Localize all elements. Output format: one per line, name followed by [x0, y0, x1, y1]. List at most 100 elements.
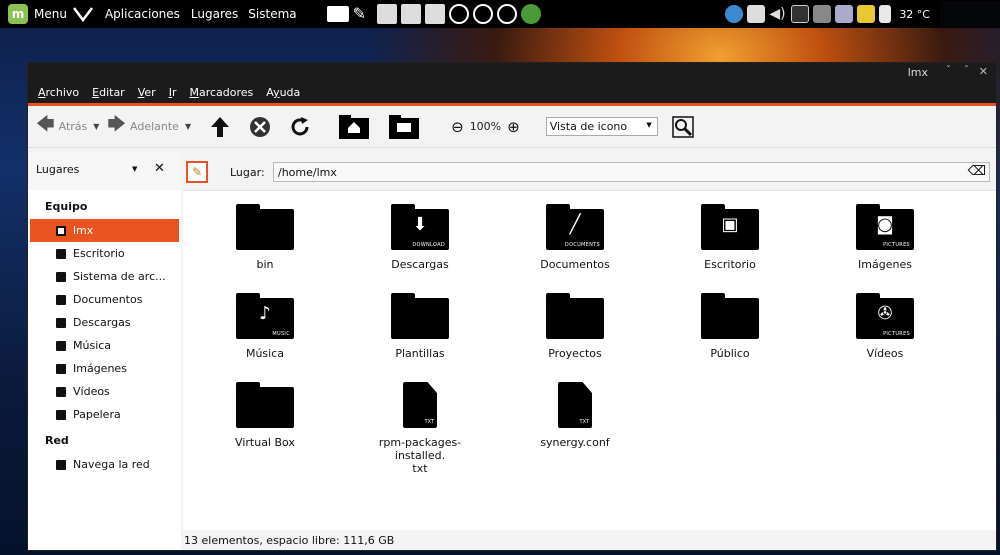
folder-item[interactable]: ╱ DOCUMENTS Documentos [510, 204, 640, 271]
folder-item[interactable]: ♪ MUSIC Música [200, 293, 330, 360]
menu-ayuda[interactable]: Ayuda [266, 86, 300, 99]
place-icon [56, 409, 66, 420]
shield-icon[interactable] [747, 5, 766, 23]
place-icon [56, 294, 66, 305]
document-launcher-icon[interactable] [400, 4, 421, 24]
folder-item[interactable]: ⬇ DOWNLOAD Descargas [355, 204, 485, 271]
search-button[interactable] [671, 115, 694, 138]
folder-item[interactable]: ◙ PICTURES Imágenes [820, 204, 950, 271]
reload-button[interactable] [289, 116, 311, 138]
sidebar-item[interactable]: Papelera [28, 403, 181, 426]
forward-button[interactable]: 🡆 Adelante ▼ [107, 112, 191, 142]
menu-marcadores[interactable]: Marcadores [189, 86, 253, 99]
file-grid: bin ⬇ DOWNLOAD Descargas ╱ DOCUMENTS Documento… [183, 190, 996, 530]
sidebar-item[interactable]: Documentos [28, 288, 181, 311]
menu-ver[interactable]: Ver [138, 86, 156, 99]
menu-editar[interactable]: Editar [92, 86, 125, 99]
sidebar-section-title: Red [45, 434, 69, 447]
sidebar-item[interactable]: Imágenes [28, 357, 181, 380]
file-manager-window: lmx ˇ ˆ ✕ Archivo Editar Ver Ir Marcadores Ay… [27, 62, 997, 551]
sidebar-item[interactable]: Música [28, 334, 181, 357]
volume-icon[interactable]: ◀) [769, 5, 787, 23]
view-mode-value: Vista de icono [549, 120, 628, 133]
folder-item[interactable]: ▣ Escritorio [665, 204, 795, 271]
sidebar-item[interactable]: Navega la red [28, 453, 181, 476]
desktop-launcher-icon[interactable] [326, 6, 349, 22]
folder-item[interactable]: Público [665, 293, 795, 360]
folder-item[interactable]: bin [200, 204, 330, 271]
ftp-launcher-icon[interactable] [448, 4, 469, 24]
menu-button[interactable]: Menu [34, 7, 67, 21]
computer-folder-icon [389, 114, 420, 139]
zoom-in-icon[interactable]: ⊕ [507, 118, 520, 136]
file-label: Proyectos [548, 347, 602, 360]
file-label: Virtual Box [235, 436, 295, 449]
file-label: Escritorio [704, 258, 756, 271]
update-icon[interactable] [725, 5, 744, 23]
places-menu[interactable]: Lugares [191, 7, 238, 21]
sidebar-item[interactable]: lmx [30, 219, 179, 242]
view-mode-select[interactable]: Vista de icono ▼ [545, 117, 658, 136]
folder-icon [391, 293, 449, 339]
zoom-out-icon[interactable]: ⊖ [451, 118, 464, 136]
place-icon [56, 317, 66, 328]
system-menu[interactable]: Sistema [248, 7, 296, 21]
close-sidebar-icon[interactable]: ✕ [154, 161, 165, 176]
sidebar-item[interactable]: Descargas [28, 311, 181, 334]
text-editor-launcher-icon[interactable] [424, 4, 445, 24]
file-label: synergy.conf [540, 436, 610, 449]
folder-item[interactable]: Virtual Box [200, 382, 330, 449]
folder-item[interactable]: Proyectos [510, 293, 640, 360]
sidebar-header[interactable]: Lugares ▼ ✕ [28, 152, 181, 186]
place-icon [56, 225, 66, 236]
folder-item[interactable]: ✇ PICTURES Vídeos [820, 293, 950, 360]
peace-launcher-icon[interactable] [472, 4, 493, 24]
menu-ir[interactable]: Ir [169, 86, 177, 99]
display-icon[interactable] [813, 5, 832, 23]
place-icon [56, 459, 66, 470]
network-icon[interactable] [791, 5, 810, 23]
folder-icon [236, 204, 294, 250]
globe-launcher-icon[interactable] [520, 4, 541, 24]
software-launcher-icon[interactable] [496, 4, 517, 24]
sidebar-header-label: Lugares [36, 162, 80, 176]
close-icon[interactable]: ✕ [979, 65, 988, 78]
file-item[interactable]: TXT rpm-packages-installed. txt [355, 382, 485, 475]
sidebar-item[interactable]: Vídeos [28, 380, 181, 403]
mint-logo-icon[interactable]: m [8, 4, 28, 24]
folder-icon: ◙ PICTURES [856, 204, 914, 250]
file-label: Público [710, 347, 750, 360]
sidebar-item[interactable]: Escritorio [28, 242, 181, 265]
sidebar-item[interactable]: Sistema de arc... [28, 265, 181, 288]
home-button[interactable] [339, 114, 370, 139]
up-button[interactable] [209, 116, 231, 138]
file-label: Música [245, 347, 285, 360]
location-input[interactable]: /home/lmx [273, 162, 990, 182]
calculator-launcher-icon[interactable] [376, 4, 397, 24]
usb-icon[interactable] [835, 5, 854, 23]
weather-icon[interactable] [879, 5, 892, 23]
chevron-down-icon[interactable]: ▼ [132, 165, 137, 173]
content-pane: ✎ Lugar: /home/lmx ⌫ bin ⬇ DOWNLOAD Descarg… [183, 152, 996, 550]
sidebar-item-label: lmx [73, 224, 94, 237]
clock-area[interactable] [940, 1, 1000, 27]
file-item[interactable]: TXT synergy.conf [510, 382, 640, 449]
edit-location-button[interactable]: ✎ [186, 161, 208, 183]
stop-button[interactable] [249, 116, 271, 138]
applications-menu[interactable]: Aplicaciones [105, 7, 180, 21]
maximize-icon[interactable]: ˆ [964, 65, 969, 76]
notes-icon[interactable] [857, 5, 876, 23]
chevron-down-icon[interactable]: ▼ [93, 122, 99, 131]
back-button[interactable]: 🡄 Atrás ▼ [36, 112, 99, 142]
file-label: rpm-packages-installed. txt [378, 436, 462, 475]
chevron-down-icon[interactable]: ▼ [185, 122, 191, 131]
places-list: Equipo lmx Escritorio Sistema de arc... Docu… [28, 190, 181, 550]
folder-icon: ⬇ DOWNLOAD [391, 204, 449, 250]
place-icon [56, 271, 66, 282]
title-bar[interactable]: lmx ˇ ˆ ✕ [28, 63, 996, 82]
minimize-icon[interactable]: ˇ [946, 65, 951, 76]
folder-item[interactable]: Plantillas [355, 293, 485, 360]
menu-archivo[interactable]: Archivo [38, 86, 79, 99]
computer-button[interactable] [389, 114, 420, 139]
clear-location-icon[interactable]: ⌫ [968, 164, 986, 179]
